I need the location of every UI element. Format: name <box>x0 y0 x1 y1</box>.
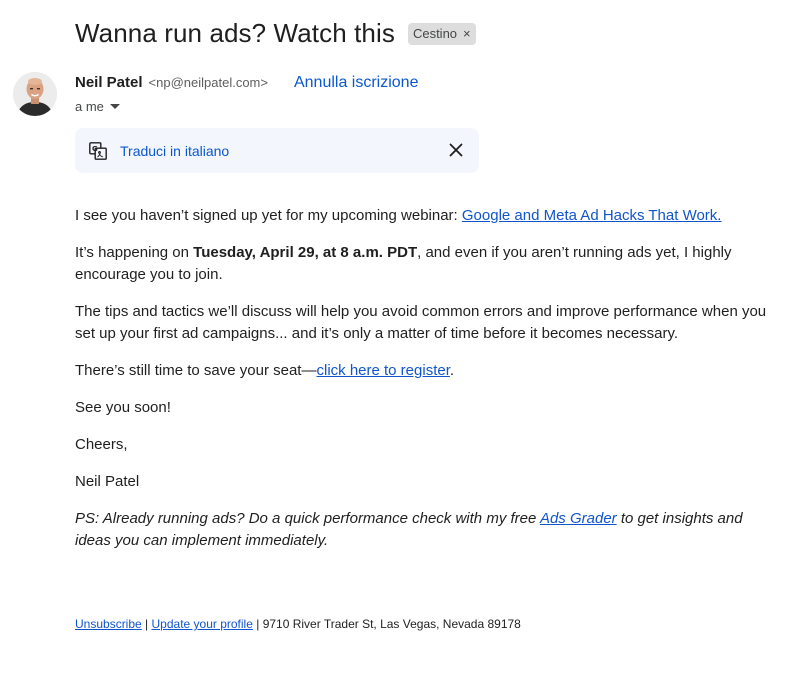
webinar-date: Tuesday, April 29, at 8 a.m. PDT <box>193 244 418 261</box>
paragraph-cheers: Cheers, <box>75 436 128 453</box>
label-chip-text: Cestino <box>412 26 458 41</box>
footer-separator: | <box>252 617 263 631</box>
recipient-text: a me <box>75 99 104 114</box>
signature-name: Neil Patel <box>75 473 140 490</box>
sender-row: Neil Patel <np@neilpatel.com> Annulla is… <box>75 74 418 92</box>
register-link[interactable]: click here to register <box>316 362 449 379</box>
remove-label-icon[interactable]: × <box>463 26 471 41</box>
update-profile-link[interactable]: Update your profile <box>152 617 253 631</box>
email-subject: Wanna run ads? Watch this <box>75 18 395 48</box>
recipient-row[interactable]: a me <box>75 99 120 114</box>
paragraph-tips: The tips and tactics we’ll discuss will … <box>75 303 767 342</box>
footer-separator: | <box>141 617 152 631</box>
paragraph-register-post: . <box>449 362 455 379</box>
svg-text:G: G <box>92 145 98 153</box>
paragraph-see-you: See you soon! <box>75 399 171 416</box>
paragraph-ps: PS: Already running ads? Do a quick perf… <box>75 508 775 552</box>
email-footer: Unsubscribe | Update your profile | 9710… <box>75 617 521 631</box>
paragraph-intro-text: I see you haven’t signed up yet for my u… <box>75 207 462 224</box>
paragraph-register-pre: There’s still time to save your seat— <box>75 362 317 379</box>
translate-link[interactable]: Traduci in italiano <box>120 143 229 159</box>
avatar[interactable] <box>13 72 57 116</box>
sender-name[interactable]: Neil Patel <box>75 74 143 91</box>
unsubscribe-button[interactable]: Annulla iscrizione <box>294 74 419 92</box>
footer-unsubscribe-link[interactable]: Unsubscribe <box>75 617 142 631</box>
paragraph-ps-pre: PS: Already running ads? Do a quick perf… <box>75 510 540 527</box>
avatar-image <box>13 72 57 116</box>
email-body: I see you haven’t signed up yet for my u… <box>75 205 775 567</box>
caret-down-icon[interactable] <box>109 104 120 109</box>
paragraph-date: It’s happening on Tuesday, April 29, at … <box>75 242 775 286</box>
paragraph-intro: I see you haven’t signed up yet for my u… <box>75 205 775 227</box>
footer-address: 9710 River Trader St, Las Vegas, Nevada … <box>262 617 521 631</box>
subject-row: Wanna run ads? Watch this Cestino × <box>75 18 476 49</box>
translate-icon: G <box>89 141 107 160</box>
translate-bar: G Traduci in italiano <box>75 128 479 173</box>
label-chip-trash[interactable]: Cestino × <box>407 22 476 45</box>
paragraph-register: There’s still time to save your seat—cli… <box>75 360 775 382</box>
close-icon[interactable] <box>447 141 465 159</box>
paragraph-date-pre: It’s happening on <box>75 244 194 261</box>
webinar-link[interactable]: Google and Meta Ad Hacks That Work. <box>462 207 722 224</box>
ads-grader-link[interactable]: Ads Grader <box>540 510 617 527</box>
sender-email: <np@neilpatel.com> <box>148 75 268 90</box>
